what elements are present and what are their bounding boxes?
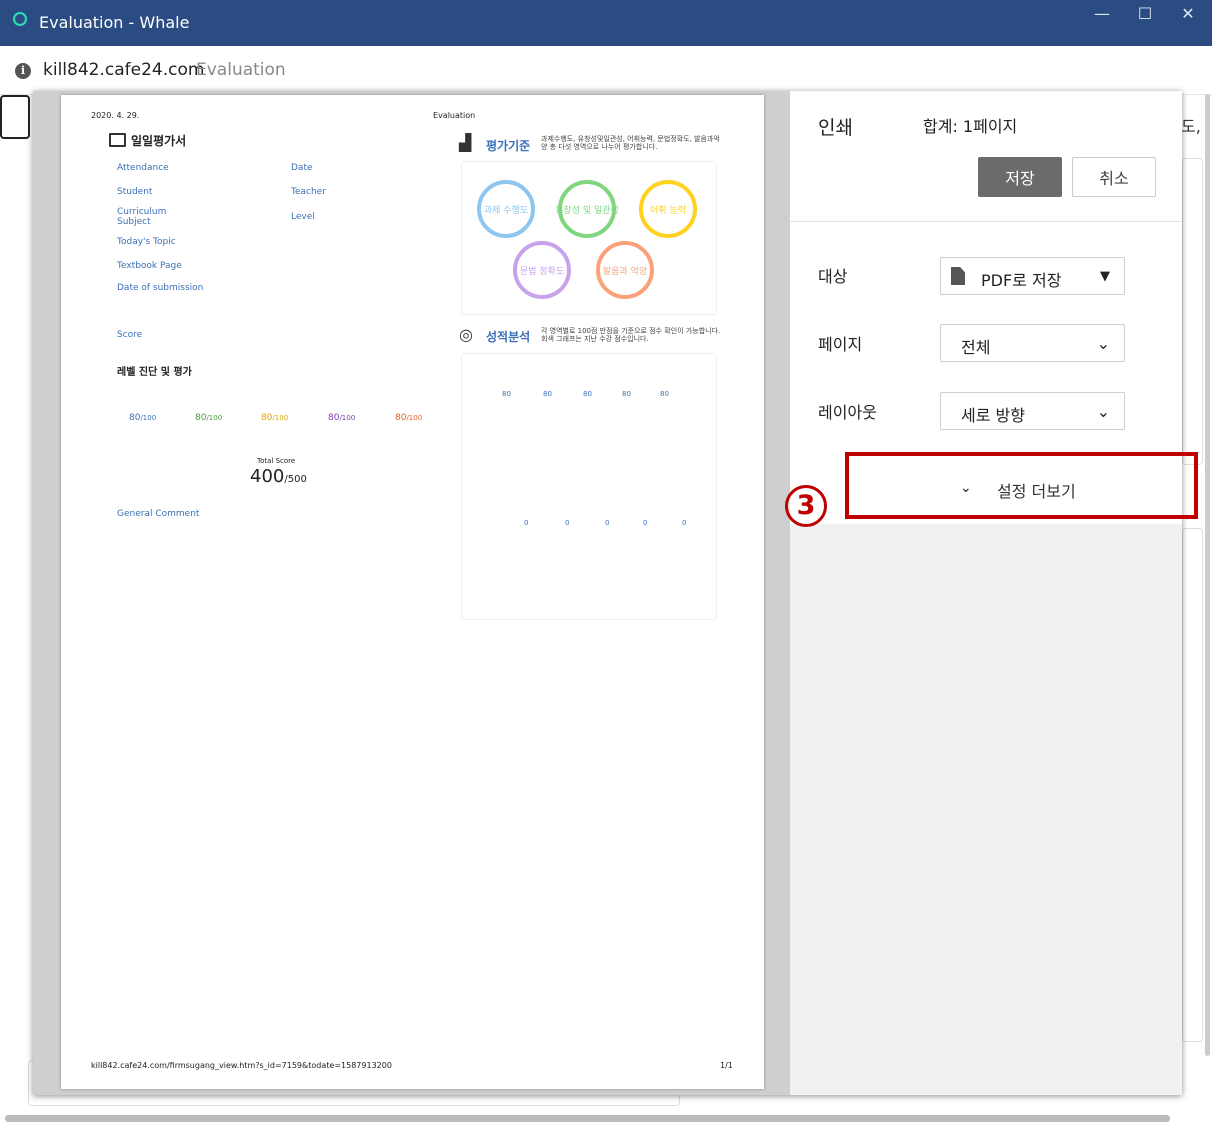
- preview-page: 2020. 4. 29. Evaluation 일일평가서 Attendance…: [61, 95, 764, 1089]
- analysis-value: 0: [643, 519, 648, 527]
- analysis-box: 80 80 80 80 80 0 0 0 0 0: [461, 353, 717, 620]
- layout-select[interactable]: 세로 방향 ⌄: [940, 392, 1125, 430]
- page-footer-number: 1/1: [720, 1061, 733, 1070]
- page-date: 2020. 4. 29.: [91, 111, 140, 120]
- settings-empty-area: [790, 524, 1182, 1095]
- address-page-title: Evaluation: [196, 60, 286, 80]
- label-textbook: Textbook Page: [117, 261, 182, 271]
- analysis-value: 0: [605, 519, 610, 527]
- label-curriculum: Curriculum: [117, 207, 167, 217]
- pdf-file-icon: [951, 267, 965, 285]
- criteria-box: 과제 수행도 유창성 및 일관성 어휘 능력 문법 정확도 발음과 억양: [461, 161, 717, 315]
- total-score: 400/500: [250, 466, 307, 487]
- label-level: Level: [291, 212, 315, 222]
- step-number-badge: 3: [785, 485, 827, 527]
- label-score: Score: [117, 330, 143, 340]
- chevron-down-icon: ⌄: [1096, 334, 1110, 353]
- analysis-value: 0: [524, 519, 529, 527]
- criteria-title: 평가기준: [486, 139, 531, 153]
- label-teacher: Teacher: [291, 187, 326, 197]
- criteria-circle: 어휘 능력: [639, 180, 697, 238]
- pages-label: 페이지: [818, 335, 863, 354]
- horizontal-scrollbar[interactable]: [5, 1115, 1170, 1122]
- address-url[interactable]: kill842.cafe24.com: [43, 60, 204, 80]
- analysis-value: 80: [502, 390, 511, 398]
- analysis-value: 0: [682, 519, 687, 527]
- criteria-circle: 문법 정확도: [513, 241, 571, 299]
- layout-label: 레이아웃: [818, 403, 877, 422]
- background-text: 도,: [1181, 117, 1201, 136]
- vertical-scrollbar[interactable]: [1205, 94, 1210, 1056]
- address-bar: i kill842.cafe24.com Evaluation: [0, 46, 1212, 95]
- pages-select[interactable]: 전체 ⌄: [940, 324, 1125, 362]
- cancel-button[interactable]: 취소: [1072, 157, 1156, 197]
- page-footer-url: kill842.cafe24.com/firmsugang_view.htm?s…: [91, 1061, 392, 1070]
- page-total: 합계: 1페이지: [923, 117, 1018, 136]
- analysis-value: 80: [543, 390, 552, 398]
- minimize-button[interactable]: —: [1080, 0, 1124, 26]
- criteria-circle: 과제 수행도: [477, 180, 535, 238]
- label-date: Date: [291, 163, 313, 173]
- criteria-circle: 유창성 및 일관성: [555, 180, 619, 238]
- label-topic: Today's Topic: [117, 237, 176, 247]
- score-item: 80/100: [328, 413, 356, 423]
- score-item: 80/100: [195, 413, 223, 423]
- background-card: [1182, 158, 1203, 465]
- level-title: 레벨 진단 및 평가: [117, 367, 192, 378]
- doc-title: 일일평가서: [131, 134, 187, 148]
- analysis-value: 80: [622, 390, 631, 398]
- page-header: Evaluation: [433, 111, 476, 120]
- label-attendance: Attendance: [117, 163, 169, 173]
- score-item: 80/100: [129, 413, 157, 423]
- divider: [790, 221, 1182, 222]
- target-icon: ◎: [459, 325, 473, 344]
- window-title: Evaluation - Whale: [39, 13, 190, 32]
- label-submission: Date of submission: [117, 283, 204, 293]
- close-button[interactable]: ✕: [1166, 0, 1210, 26]
- score-item: 80/100: [395, 413, 423, 423]
- analysis-value: 80: [660, 390, 669, 398]
- title-bar: Evaluation - Whale — ☐ ✕: [0, 0, 1212, 46]
- label-student: Student: [117, 187, 153, 197]
- analysis-value: 80: [583, 390, 592, 398]
- background-element: [0, 95, 30, 139]
- destination-label: 대상: [818, 267, 848, 286]
- analysis-title: 성적분석: [486, 330, 531, 344]
- criteria-circle: 발음과 억양: [596, 241, 654, 299]
- maximize-button[interactable]: ☐: [1123, 0, 1167, 26]
- info-icon[interactable]: i: [15, 63, 31, 79]
- save-button[interactable]: 저장: [978, 157, 1062, 197]
- chevron-down-icon: ⌄: [960, 480, 972, 496]
- criteria-description: 과제수행도, 유창성및일관성, 어휘능력, 문법정확도, 발음과억양 총 다섯 …: [541, 135, 720, 151]
- bar-chart-icon: ▟: [459, 133, 472, 152]
- general-comment-label: General Comment: [117, 509, 200, 519]
- print-preview: 2020. 4. 29. Evaluation 일일평가서 Attendance…: [33, 91, 790, 1095]
- whale-logo-icon: [13, 12, 27, 26]
- caret-down-icon: ▼: [1100, 269, 1110, 284]
- destination-select[interactable]: PDF로 저장 ▼: [940, 257, 1125, 295]
- more-settings-button[interactable]: ⌄ 설정 더보기: [845, 452, 1198, 519]
- analysis-value: 0: [565, 519, 570, 527]
- print-title: 인쇄: [818, 117, 853, 139]
- label-subject: Subject: [117, 217, 151, 227]
- background-card: [1182, 528, 1203, 1042]
- print-dialog: 2020. 4. 29. Evaluation 일일평가서 Attendance…: [33, 91, 1198, 1095]
- print-settings-panel: 인쇄 합계: 1페이지 저장 취소 대상 PDF로 저장 ▼ 페이지 전체 ⌄ …: [790, 91, 1198, 1095]
- total-score-label: Total Score: [257, 457, 296, 465]
- chevron-down-icon: ⌄: [1096, 402, 1110, 421]
- analysis-description: 각 영역별로 100점 만점을 기준으로 점수 확인이 가능합니다. 회색 그래…: [541, 327, 721, 343]
- document-icon: [109, 133, 126, 147]
- score-item: 80/100: [261, 413, 289, 423]
